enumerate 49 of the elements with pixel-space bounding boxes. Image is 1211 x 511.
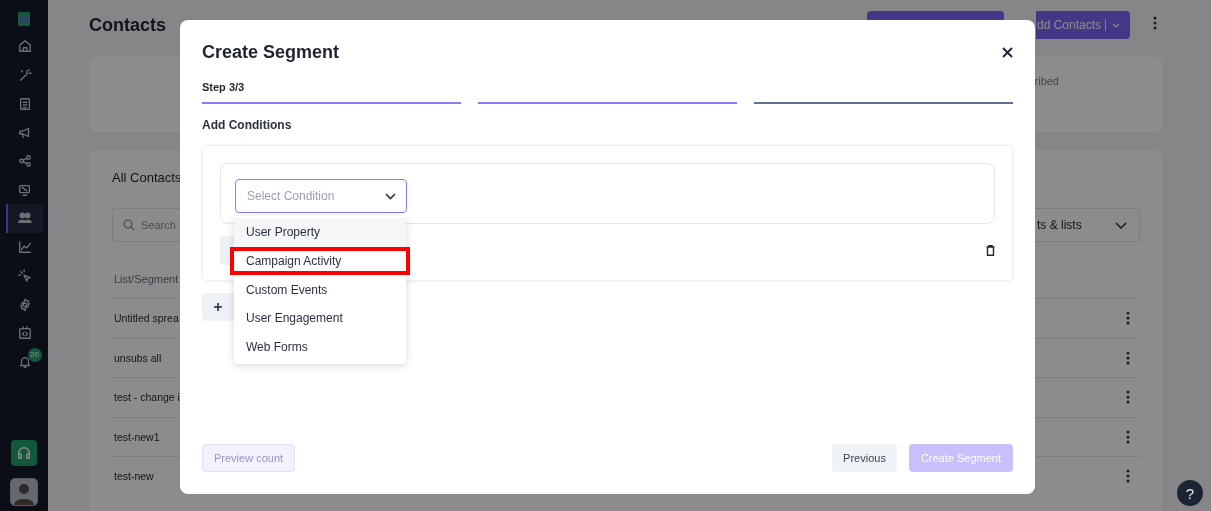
table-cell: test-new1 (114, 430, 160, 443)
more-icon (1126, 469, 1130, 484)
dropdown-option[interactable]: Web Forms (234, 332, 406, 362)
more-icon (1153, 16, 1157, 30)
monitor-icon (18, 182, 32, 197)
home-icon (18, 39, 32, 54)
modal-title: Create Segment (202, 41, 340, 63)
close-icon[interactable] (1002, 46, 1013, 58)
search-icon (123, 219, 135, 231)
add-condition-button[interactable] (202, 293, 234, 321)
trash-icon[interactable] (986, 245, 995, 256)
section-title: Add Conditions (202, 119, 293, 131)
document-icon (18, 96, 32, 111)
more-icon (1126, 350, 1130, 365)
dropdown-option[interactable]: User Property (234, 218, 406, 247)
previous-button[interactable]: Previous (832, 444, 897, 472)
wand-icon (18, 68, 32, 83)
headset-icon (17, 446, 31, 460)
table-cell: test - change i (114, 391, 180, 404)
settings-icon (18, 297, 32, 312)
list-title: All Contacts (112, 169, 183, 187)
support-button[interactable] (11, 440, 37, 466)
sidebar-item[interactable] (5, 204, 43, 233)
dropdown-option[interactable]: User Engagement (234, 304, 406, 333)
caret-icon (1112, 22, 1121, 28)
bell-icon (18, 354, 32, 369)
avatar[interactable] (10, 478, 38, 506)
step-label: Step 3/3 (202, 80, 246, 94)
summary-label: ribed (1034, 75, 1059, 89)
people-icon (18, 211, 32, 226)
plus-icon (214, 303, 222, 311)
chevron-icon (385, 192, 396, 200)
more-icon (1126, 390, 1130, 405)
page-title: Contacts (89, 14, 166, 36)
more-icon (1126, 429, 1130, 444)
share-icon (18, 154, 32, 169)
notification-badge: 20 (27, 347, 42, 362)
table-cell: Untitled sprea (114, 312, 179, 325)
chevron-icon (1115, 221, 1127, 229)
more-icon (1126, 311, 1130, 326)
cursor-click-icon (18, 268, 32, 283)
column-header: List/Segment (114, 272, 179, 285)
dropdown-option[interactable]: Custom Events (234, 275, 406, 305)
megaphone-icon (18, 125, 32, 140)
table-cell: unsubs all (114, 351, 162, 364)
logo-icon (18, 12, 30, 26)
dropdown-option[interactable]: Campaign Activity (230, 246, 410, 276)
table-cell: test-new (114, 470, 154, 483)
chart-icon (18, 240, 32, 255)
